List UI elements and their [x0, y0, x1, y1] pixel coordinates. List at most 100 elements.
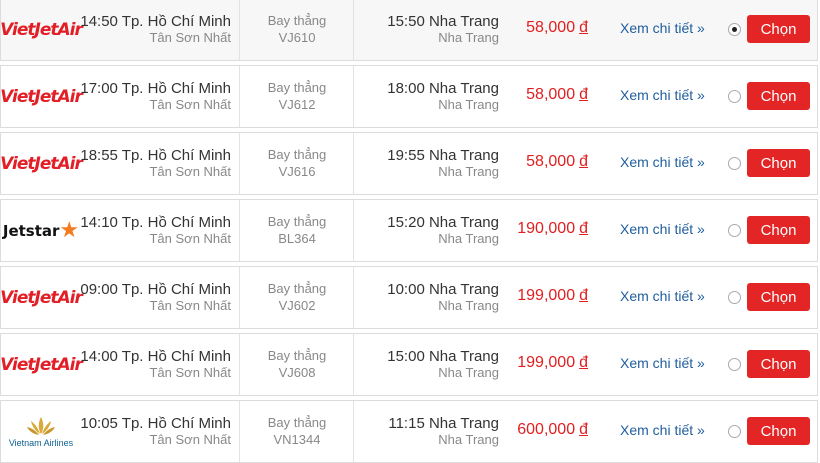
select-radio[interactable] [728, 425, 741, 438]
arrival-airport: Nha Trang [438, 30, 499, 45]
airline-logo-vietjet: VietJetAir [0, 133, 83, 194]
departure-airport: Tân Sơn Nhất [149, 365, 231, 380]
price-value: 58,000 [526, 153, 576, 170]
select-radio[interactable] [728, 291, 741, 304]
view-details-link[interactable]: Xem chi tiết » [620, 288, 705, 304]
select-radio[interactable] [728, 358, 741, 371]
arrival-cell: 15:20 Nha Trang Nha Trang [355, 200, 507, 261]
logo-text: VietJetAir [0, 153, 83, 174]
view-details-link[interactable]: Xem chi tiết » [620, 221, 705, 237]
departure-cell: 09:00 Tp. Hồ Chí Minh Tân Sơn Nhất [80, 267, 240, 328]
departure-airport: Tân Sơn Nhất [149, 432, 231, 447]
logo-text: Vietnam Airlines [8, 438, 74, 448]
flight-row[interactable]: VietJetAir 14:50 Tp. Hồ Chí Minh Tân Sơn… [0, 0, 818, 61]
currency: đ [579, 86, 588, 103]
logo-text: VietJetAir [0, 354, 83, 375]
arrival-airport: Nha Trang [438, 298, 499, 313]
view-details-link[interactable]: Xem chi tiết » [620, 20, 705, 36]
flight-info-cell: Bay thẳng VJ602 [241, 267, 354, 328]
flight-type: Bay thẳng [267, 80, 327, 95]
arrival-cell: 15:50 Nha Trang Nha Trang [355, 0, 507, 60]
price: 58,000 đ [526, 153, 588, 171]
departure-cell: 14:50 Tp. Hồ Chí Minh Tân Sơn Nhất [80, 0, 240, 60]
select-radio[interactable] [728, 90, 741, 103]
arrival-cell: 15:00 Nha Trang Nha Trang [355, 334, 507, 395]
price-value: 58,000 [526, 86, 576, 103]
flight-number: VJ616 [278, 164, 316, 179]
departure-cell: 17:00 Tp. Hồ Chí Minh Tân Sơn Nhất [80, 66, 240, 127]
price-value: 600,000 [517, 421, 576, 438]
airline-logo-vietjet: VietJetAir [0, 66, 83, 127]
currency: đ [579, 421, 588, 438]
flight-row[interactable]: Jetstar ★ 14:10 Tp. Hồ Chí Minh Tân Sơn N… [0, 199, 818, 262]
departure-airport: Tân Sơn Nhất [149, 30, 231, 45]
airline-logo-vietjet: VietJetAir [0, 0, 83, 60]
view-details-link[interactable]: Xem chi tiết » [620, 422, 705, 438]
choose-button[interactable]: Chọn [747, 216, 810, 244]
flight-results-list: VietJetAir 14:50 Tp. Hồ Chí Minh Tân Sơn… [0, 0, 820, 463]
view-details-link[interactable]: Xem chi tiết » [620, 355, 705, 371]
choose-button[interactable]: Chọn [747, 350, 810, 378]
price: 58,000 đ [526, 86, 588, 104]
arrival-time-city: 15:00 Nha Trang [387, 348, 499, 365]
currency: đ [579, 19, 588, 36]
arrival-cell: 18:00 Nha Trang Nha Trang [355, 66, 507, 127]
view-details-link[interactable]: Xem chi tiết » [620, 87, 705, 103]
choose-button[interactable]: Chọn [747, 82, 810, 110]
departure-time-city: 17:00 Tp. Hồ Chí Minh [80, 80, 231, 97]
departure-cell: 18:55 Tp. Hồ Chí Minh Tân Sơn Nhất [80, 133, 240, 194]
flight-number: VJ612 [278, 97, 316, 112]
flight-row[interactable]: VietJetAir 18:55 Tp. Hồ Chí Minh Tân Sơn… [0, 132, 818, 195]
currency: đ [579, 354, 588, 371]
flight-row[interactable]: VietJetAir 09:00 Tp. Hồ Chí Minh Tân Sơn… [0, 266, 818, 329]
arrival-cell: 19:55 Nha Trang Nha Trang [355, 133, 507, 194]
flight-info-cell: Bay thẳng VN1344 [241, 401, 354, 462]
choose-button[interactable]: Chọn [747, 15, 810, 43]
select-radio[interactable] [728, 23, 741, 36]
airline-logo-jetstar: Jetstar ★ [1, 200, 81, 261]
price-value: 199,000 [517, 287, 576, 304]
flight-number: VJ610 [278, 30, 316, 45]
choose-button[interactable]: Chọn [747, 417, 810, 445]
flight-row[interactable]: VietJetAir 14:00 Tp. Hồ Chí Minh Tân Sơn… [0, 333, 818, 396]
lotus-icon [27, 417, 55, 435]
flight-number: VN1344 [273, 432, 321, 447]
logo-text: VietJetAir [0, 287, 83, 308]
logo-text: VietJetAir [0, 19, 83, 40]
vietnam-airlines-logo: Vietnam Airlines [9, 415, 73, 448]
flight-info-cell: Bay thẳng VJ608 [241, 334, 354, 395]
flight-row[interactable]: Vietnam Airlines 10:05 Tp. Hồ Chí Minh T… [0, 400, 818, 463]
price: 600,000 đ [517, 421, 588, 439]
departure-time-city: 18:55 Tp. Hồ Chí Minh [80, 147, 231, 164]
airline-logo-vietjet: VietJetAir [0, 334, 83, 395]
departure-cell: 10:05 Tp. Hồ Chí Minh Tân Sơn Nhất [80, 401, 240, 462]
arrival-time-city: 11:15 Nha Trang [388, 415, 499, 432]
flight-type: Bay thẳng [267, 13, 327, 28]
departure-time-city: 09:00 Tp. Hồ Chí Minh [80, 281, 231, 298]
flight-number: VJ602 [278, 298, 316, 313]
departure-airport: Tân Sơn Nhất [149, 164, 231, 179]
jetstar-logo: Jetstar ★ [3, 219, 79, 242]
price: 199,000 đ [517, 287, 588, 305]
flight-row[interactable]: VietJetAir 17:00 Tp. Hồ Chí Minh Tân Sơn… [0, 65, 818, 128]
departure-cell: 14:10 Tp. Hồ Chí Minh Tân Sơn Nhất [80, 200, 240, 261]
select-radio[interactable] [728, 157, 741, 170]
flight-info-cell: Bay thẳng BL364 [241, 200, 354, 261]
price: 190,000 đ [517, 220, 588, 238]
departure-airport: Tân Sơn Nhất [149, 298, 231, 313]
arrival-time-city: 15:50 Nha Trang [387, 13, 499, 30]
flight-info-cell: Bay thẳng VJ610 [241, 0, 354, 60]
arrival-cell: 10:00 Nha Trang Nha Trang [355, 267, 507, 328]
flight-type: Bay thẳng [267, 281, 327, 296]
arrival-time-city: 10:00 Nha Trang [387, 281, 499, 298]
departure-time-city: 14:50 Tp. Hồ Chí Minh [80, 13, 231, 30]
choose-button[interactable]: Chọn [747, 283, 810, 311]
departure-airport: Tân Sơn Nhất [149, 97, 231, 112]
view-details-link[interactable]: Xem chi tiết » [620, 154, 705, 170]
currency: đ [579, 153, 588, 170]
price-value: 190,000 [517, 220, 576, 237]
choose-button[interactable]: Chọn [747, 149, 810, 177]
select-radio[interactable] [728, 224, 741, 237]
flight-info-cell: Bay thẳng VJ616 [241, 133, 354, 194]
arrival-time-city: 18:00 Nha Trang [387, 80, 499, 97]
